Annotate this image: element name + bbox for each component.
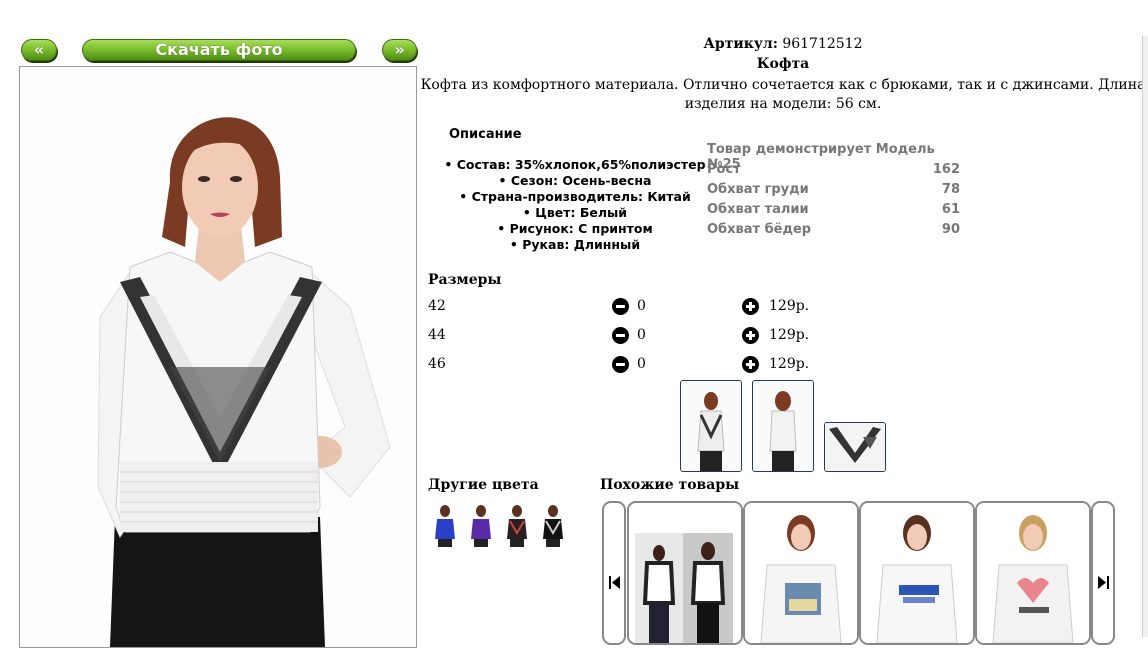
carousel-prev-button[interactable] [602,501,626,645]
size-row: 46 0 129р. [428,356,828,378]
similar-product-card[interactable] [743,501,859,645]
model-label: Обхват груди [707,182,809,197]
size-label: 42 [428,298,446,314]
model-value: 162 [932,162,960,177]
carousel-next-button[interactable] [1091,501,1115,645]
size-price: 129р. [769,298,810,314]
color-variant-black-pattern[interactable] [503,503,531,547]
article-label: Артикул: [703,36,778,52]
size-price: 129р. [769,327,810,343]
product-description: Кофта из комфортного материала. Отлично … [420,77,1146,112]
photo-thumbnail[interactable] [824,422,886,472]
photo-thumbnail[interactable] [680,380,742,472]
color-variant-blue[interactable] [431,503,459,547]
plus-icon[interactable] [742,327,759,344]
size-price: 129р. [769,356,810,372]
model-value: 90 [941,222,960,237]
color-variant-purple[interactable] [467,503,495,547]
similar-product-card[interactable] [859,501,975,645]
photo-thumbnail[interactable] [752,380,814,472]
similar-product-card[interactable] [627,501,743,645]
model-label: Обхват бёдер [707,222,812,237]
size-label: 44 [428,327,446,343]
sizes-heading: Размеры [428,272,502,288]
spec-item: Сезон: Осень-весна [440,173,710,189]
spec-item: Состав: 35%хлопок,65%полиэстер [440,157,710,173]
spec-item: Рукав: Длинный [440,237,710,253]
size-qty: 0 [637,356,646,372]
size-row: 44 0 129р. [428,327,828,349]
skip-forward-icon [1098,576,1109,589]
download-photo-button[interactable]: Скачать фото [82,39,356,61]
size-qty: 0 [637,298,646,314]
product-title: Кофта [756,56,810,72]
minus-icon[interactable] [612,356,629,373]
model-row-chest: Обхват груди 78 [707,182,960,197]
model-label: Обхват талии [707,202,809,217]
similar-product-card[interactable] [975,501,1091,645]
prev-photo-button[interactable]: « [21,39,57,61]
skip-back-icon [609,576,620,589]
model-row-waist: Обхват талии 61 [707,202,960,217]
spec-item: Цвет: Белый [440,205,710,221]
model-row-height: Рост 162 [707,162,960,177]
other-colors-heading: Другие цвета [428,477,539,493]
spec-item: Страна-производитель: Китай [440,189,710,205]
size-qty: 0 [637,327,646,343]
size-label: 46 [428,356,446,372]
size-row: 42 0 129р. [428,298,828,320]
article-line: Артикул: 961712512 [420,36,1146,52]
scrollbar[interactable] [1142,36,1148,637]
color-variant-black[interactable] [539,503,567,547]
model-value: 61 [941,202,960,217]
model-row-hips: Обхват бёдер 90 [707,222,960,237]
plus-icon[interactable] [742,356,759,373]
specs-heading: Описание [449,127,522,142]
next-photo-button[interactable]: » [382,39,417,61]
model-label: Рост [707,162,741,177]
model-value: 78 [941,182,960,197]
minus-icon[interactable] [612,327,629,344]
similar-heading: Похожие товары [600,477,740,493]
spec-item: Рисунок: С принтом [440,221,710,237]
plus-icon[interactable] [742,298,759,315]
minus-icon[interactable] [612,298,629,315]
article-value: 961712512 [782,36,863,52]
main-product-photo [19,66,417,648]
specs-list: Состав: 35%хлопок,65%полиэстер Сезон: Ос… [440,157,710,253]
